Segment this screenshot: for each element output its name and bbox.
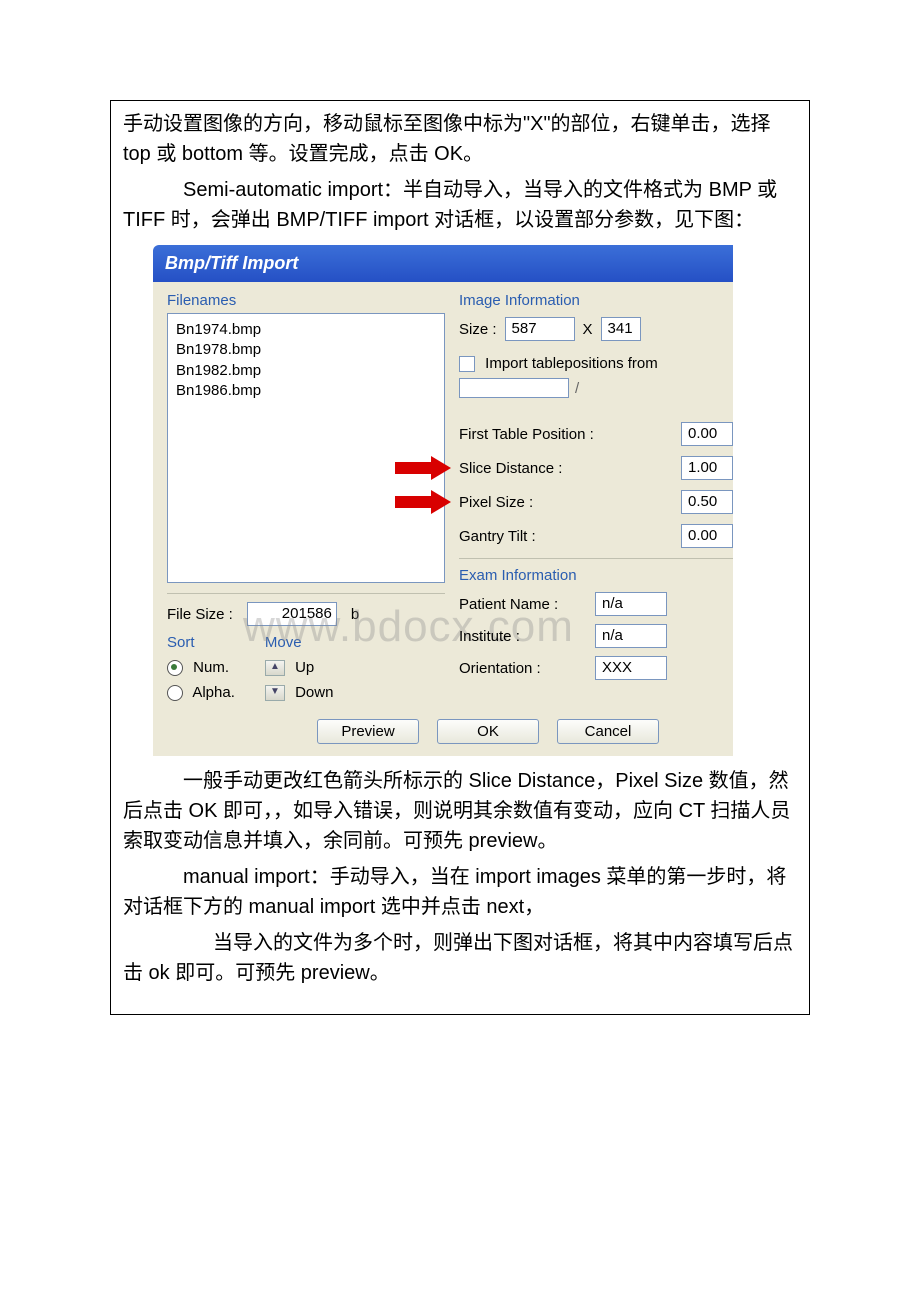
paragraph-2: Semi-automatic import：半自动导入，当导入的文件格式为 BM…: [123, 175, 797, 235]
paragraph-5: 当导入的文件为多个时，则弹出下图对话框，将其中内容填写后点击 ok 即可。可预先…: [123, 928, 797, 988]
sort-label: Sort: [167, 634, 235, 651]
filenames-label: Filenames: [167, 292, 445, 309]
red-arrow-icon: [395, 493, 451, 511]
radio-num[interactable]: [167, 660, 183, 676]
list-item[interactable]: Bn1982.bmp: [176, 361, 436, 381]
image-info-label: Image Information: [459, 292, 733, 309]
size-x-label: X: [583, 321, 593, 338]
dialog-body: www.bdocx.com Filenames Bn1974.bmp Bn197…: [153, 282, 733, 756]
path-separator: /: [575, 380, 579, 397]
gantry-tilt-label: Gantry Tilt :: [459, 528, 681, 545]
move-label: Move: [265, 634, 334, 651]
dialog-titlebar: Bmp/Tiff Import: [153, 245, 733, 282]
move-down-label: Down: [295, 684, 333, 701]
slice-distance-label: Slice Distance :: [459, 460, 681, 477]
file-size-label: File Size :: [167, 606, 233, 623]
cancel-button[interactable]: Cancel: [557, 719, 659, 744]
paragraph-3: 一般手动更改红色箭头所标示的 Slice Distance，Pixel Size…: [123, 766, 797, 856]
list-item[interactable]: Bn1978.bmp: [176, 340, 436, 360]
import-tablepositions-label: Import tablepositions from: [485, 355, 658, 372]
ok-button[interactable]: OK: [437, 719, 539, 744]
move-up-label: Up: [295, 659, 314, 676]
patient-name-input[interactable]: n/a: [595, 592, 667, 616]
file-listbox[interactable]: Bn1974.bmp Bn1978.bmp Bn1982.bmp Bn1986.…: [167, 313, 445, 583]
orientation-label: Orientation :: [459, 660, 587, 677]
size-width-input[interactable]: 587: [505, 317, 575, 341]
exam-info-label: Exam Information: [459, 567, 733, 584]
orientation-input[interactable]: XXX: [595, 656, 667, 680]
first-table-position-label: First Table Position :: [459, 426, 681, 443]
size-height-input[interactable]: 341: [601, 317, 641, 341]
size-label: Size :: [459, 321, 497, 338]
move-up-spin[interactable]: ▲: [265, 660, 285, 676]
institute-input[interactable]: n/a: [595, 624, 667, 648]
pixel-size-label: Pixel Size :: [459, 494, 681, 511]
bmp-tiff-import-dialog: Bmp/Tiff Import www.bdocx.com Filenames …: [153, 245, 733, 756]
file-size-unit: b: [351, 606, 359, 623]
tablepositions-path-input[interactable]: [459, 378, 569, 398]
gantry-tilt-input[interactable]: 0.00: [681, 524, 733, 548]
list-item[interactable]: Bn1986.bmp: [176, 381, 436, 401]
first-table-position-input[interactable]: 0.00: [681, 422, 733, 446]
red-arrow-icon: [395, 459, 451, 477]
slice-distance-input[interactable]: 1.00: [681, 456, 733, 480]
list-item[interactable]: Bn1974.bmp: [176, 320, 436, 340]
import-tablepositions-checkbox[interactable]: [459, 356, 475, 372]
institute-label: Institute :: [459, 628, 587, 645]
radio-alpha[interactable]: [167, 685, 183, 701]
patient-name-label: Patient Name :: [459, 596, 587, 613]
preview-button[interactable]: Preview: [317, 719, 419, 744]
radio-num-label: Num.: [193, 659, 229, 676]
move-down-spin[interactable]: ▼: [265, 685, 285, 701]
radio-alpha-label: Alpha.: [192, 684, 235, 701]
document-frame: 手动设置图像的方向，移动鼠标至图像中标为"X"的部位，右键单击，选择 top 或…: [110, 100, 810, 1015]
pixel-size-input[interactable]: 0.50: [681, 490, 733, 514]
paragraph-1: 手动设置图像的方向，移动鼠标至图像中标为"X"的部位，右键单击，选择 top 或…: [123, 109, 797, 169]
paragraph-4: manual import：手动导入，当在 import images 菜单的第…: [123, 862, 797, 922]
right-column: Image Information Size : 587 X 341 Impor…: [459, 292, 733, 701]
file-size-value: 201586: [247, 602, 337, 626]
